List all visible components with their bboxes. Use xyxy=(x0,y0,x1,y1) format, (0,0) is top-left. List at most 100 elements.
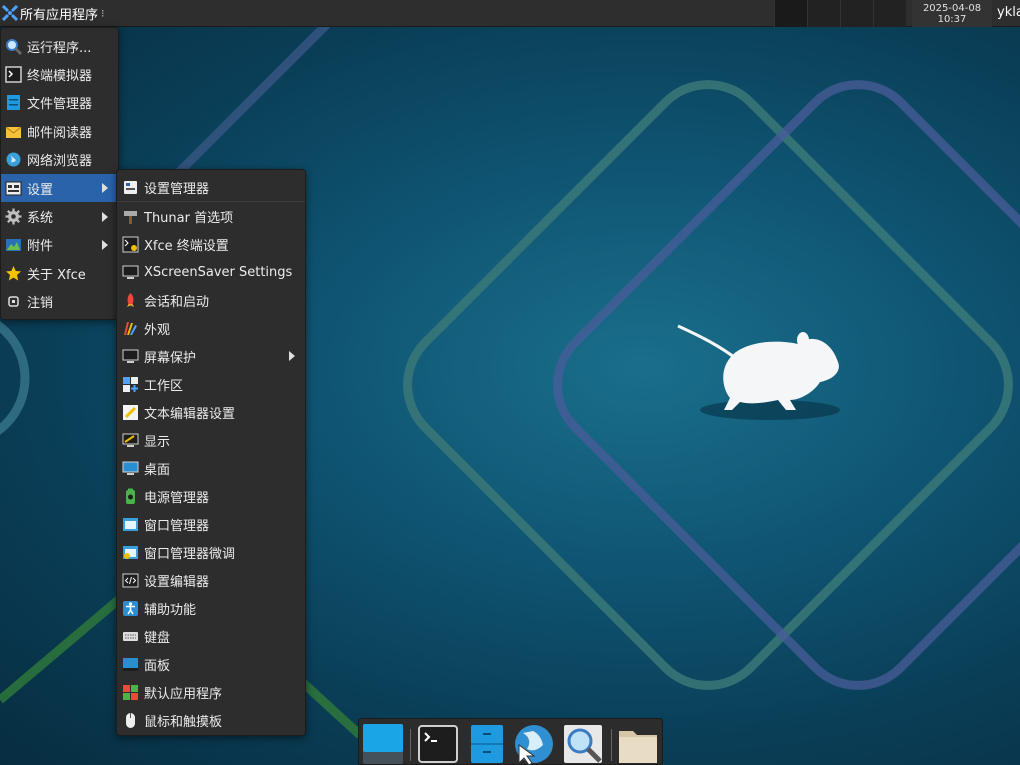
battery-icon xyxy=(126,488,135,504)
workspace-1[interactable] xyxy=(774,0,807,27)
app-finder-icon[interactable] xyxy=(562,723,604,765)
xfce-mouse-logo xyxy=(677,324,839,410)
menu-item-workspaces[interactable]: 工作区 xyxy=(117,370,305,398)
menu-item-mail-reader[interactable]: 邮件阅读器 xyxy=(1,117,118,145)
window-tweaks-icon xyxy=(123,545,138,559)
menu-item-label: 设置 xyxy=(27,182,54,198)
screensaver-icon xyxy=(122,349,139,363)
code-icon xyxy=(122,573,139,587)
menu-item-web-browser[interactable]: 网络浏览器 xyxy=(1,146,118,174)
settings-icon xyxy=(5,181,22,196)
menu-item-accessories[interactable]: 附件 xyxy=(1,231,118,259)
menu-item-screensaver[interactable]: 屏幕保护 xyxy=(117,342,305,370)
logout-icon xyxy=(8,296,19,307)
accessories-icon xyxy=(6,239,21,252)
submenu-arrow-icon xyxy=(102,211,108,222)
menu-item-label: 系统 xyxy=(27,211,54,227)
terminal-icon xyxy=(5,66,22,83)
window-manager-icon xyxy=(123,517,138,531)
dock-separator xyxy=(410,729,411,761)
show-desktop-icon[interactable] xyxy=(362,723,404,765)
menu-item-settings-editor[interactable]: 设置编辑器 xyxy=(117,566,305,594)
appearance-icon xyxy=(124,321,137,335)
menu-item-mouse-touchpad[interactable]: 鼠标和触摸板 xyxy=(117,706,305,734)
menu-item-accessibility[interactable]: 辅助功能 xyxy=(117,594,305,622)
submenu-arrow-icon xyxy=(289,351,295,361)
menu-item-desktop[interactable]: 桌面 xyxy=(117,454,305,482)
menu-item-label: Thunar 首选项 xyxy=(144,210,234,226)
menu-item-label: 鼠标和触摸板 xyxy=(144,714,223,730)
menu-item-label: 工作区 xyxy=(144,378,184,394)
menu-item-terminal[interactable]: 终端模拟器 xyxy=(1,60,118,88)
menu-item-label: 网络浏览器 xyxy=(27,154,93,170)
panel-icon xyxy=(123,657,138,671)
default-apps-icon xyxy=(123,684,138,700)
menu-item-label: 终端模拟器 xyxy=(27,69,93,85)
workspace-4[interactable] xyxy=(873,0,906,27)
applications-menu-button[interactable]: 所有应用程序 ⁝ xyxy=(0,0,109,27)
menu-item-session-startup[interactable]: 会话和启动 xyxy=(117,286,305,314)
hammer-icon xyxy=(124,210,137,224)
file-manager-icon xyxy=(7,95,20,111)
file-manager-icon[interactable] xyxy=(466,723,508,765)
user-name[interactable]: ykla xyxy=(997,5,1020,20)
top-panel: 所有应用程序 ⁝ 2025-04-08 10:37 ykla xyxy=(0,0,1020,27)
menu-item-logout[interactable]: 注销 xyxy=(1,288,118,316)
menu-item-default-applications[interactable]: 默认应用程序 xyxy=(117,678,305,706)
menu-item-power-manager[interactable]: 电源管理器 xyxy=(117,482,305,510)
search-icon xyxy=(6,38,22,55)
menu-item-label: 会话和启动 xyxy=(144,294,210,310)
menu-item-settings-manager[interactable]: 设置管理器 xyxy=(117,174,305,202)
display-icon xyxy=(122,433,139,447)
desktop-icon xyxy=(122,461,139,475)
menu-item-panel[interactable]: 面板 xyxy=(117,650,305,678)
submenu-arrow-icon xyxy=(102,239,108,250)
text-editor-icon xyxy=(123,404,138,420)
menu-item-window-manager-tweaks[interactable]: 窗口管理器微调 xyxy=(117,538,305,566)
applications-menu: 运行程序... 终端模拟器 文件管理器 邮件阅读器 网络浏览器 设置 系统 附件… xyxy=(0,27,119,320)
folder-icon[interactable] xyxy=(617,723,659,765)
submenu-arrow-icon xyxy=(102,183,108,194)
menu-item-label: XScreenSaver Settings xyxy=(144,264,293,280)
menu-item-keyboard[interactable]: 键盘 xyxy=(117,622,305,650)
clock-date: 2025-04-08 xyxy=(922,2,982,14)
dock-separator xyxy=(611,729,612,761)
menu-item-xscreensaver-settings[interactable]: XScreenSaver Settings xyxy=(117,258,305,286)
settings-manager-icon xyxy=(124,181,137,194)
menu-item-label: 设置管理器 xyxy=(144,182,210,197)
menu-item-run-program[interactable]: 运行程序... xyxy=(1,32,118,60)
menu-item-text-editor-settings[interactable]: 文本编辑器设置 xyxy=(117,398,305,426)
terminal-icon[interactable] xyxy=(417,723,459,765)
menu-item-display[interactable]: 显示 xyxy=(117,426,305,454)
applications-menu-label: 所有应用程序 xyxy=(20,7,99,23)
workspace-2[interactable] xyxy=(807,0,840,27)
web-browser-icon[interactable] xyxy=(513,723,555,765)
menu-item-label: 关于 Xfce xyxy=(27,267,86,283)
menu-item-window-manager[interactable]: 窗口管理器 xyxy=(117,510,305,538)
screensaver-icon xyxy=(122,265,139,279)
menu-item-file-manager[interactable]: 文件管理器 xyxy=(1,89,118,117)
menu-item-label: 显示 xyxy=(144,434,171,450)
menu-item-system[interactable]: 系统 xyxy=(1,202,118,230)
panel-handle-icon[interactable]: ⁝ xyxy=(101,7,105,20)
clock[interactable]: 2025-04-08 10:37 xyxy=(912,0,992,27)
menu-item-about-xfce[interactable]: 关于 Xfce xyxy=(1,259,118,287)
menu-item-label: 文件管理器 xyxy=(27,97,93,113)
menu-item-xfce-terminal-settings[interactable]: Xfce 终端设置 xyxy=(117,230,305,258)
menu-item-label: 文本编辑器设置 xyxy=(144,406,236,422)
menu-item-label: 屏幕保护 xyxy=(144,350,197,366)
clock-time: 10:37 xyxy=(937,13,967,25)
menu-item-label: 运行程序... xyxy=(27,40,92,56)
menu-item-label: 窗口管理器 xyxy=(144,518,210,534)
menu-item-label: 面板 xyxy=(144,658,171,674)
dock-panel xyxy=(358,718,663,765)
menu-item-label: 桌面 xyxy=(144,462,171,478)
mail-icon xyxy=(5,126,22,138)
menu-item-label: 附件 xyxy=(27,239,54,255)
workspace-icon xyxy=(123,376,138,392)
menu-item-thunar-preferences[interactable]: Thunar 首选项 xyxy=(117,202,305,230)
menu-item-settings[interactable]: 设置 xyxy=(1,173,118,203)
xfce-logo-icon xyxy=(2,5,18,21)
menu-item-appearance[interactable]: 外观 xyxy=(117,314,305,342)
workspace-3[interactable] xyxy=(840,0,873,27)
